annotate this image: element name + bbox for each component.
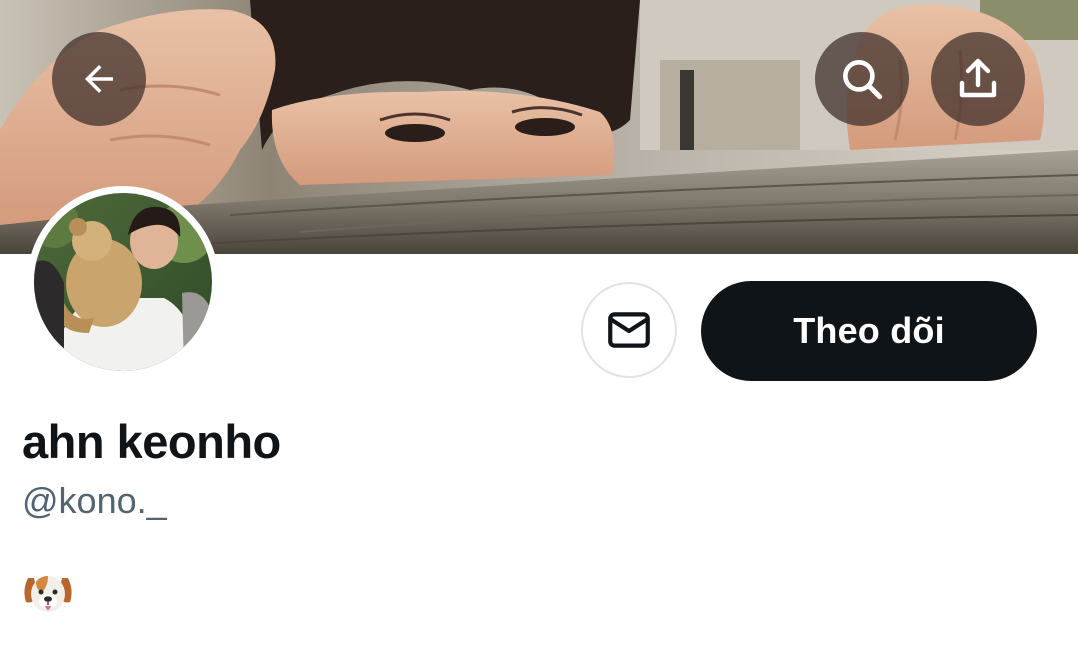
message-button[interactable] bbox=[581, 282, 677, 378]
search-icon bbox=[843, 60, 883, 100]
avatar[interactable] bbox=[27, 186, 219, 378]
back-button[interactable] bbox=[52, 32, 146, 126]
share-button[interactable] bbox=[931, 32, 1025, 126]
profile-bio bbox=[22, 568, 74, 620]
envelope-icon bbox=[608, 312, 650, 348]
share-upload-icon bbox=[959, 58, 997, 98]
avatar-photo bbox=[34, 193, 212, 371]
profile-page: Theo dõi ahn keonho @kono._ bbox=[0, 0, 1078, 649]
profile-display-name: ahn keonho bbox=[22, 415, 281, 468]
search-button[interactable] bbox=[815, 32, 909, 126]
profile-handle: @kono._ bbox=[22, 480, 167, 521]
follow-button[interactable]: Theo dõi bbox=[701, 281, 1037, 381]
arrow-left-icon bbox=[85, 65, 113, 93]
dog-face-emoji bbox=[24, 576, 72, 612]
